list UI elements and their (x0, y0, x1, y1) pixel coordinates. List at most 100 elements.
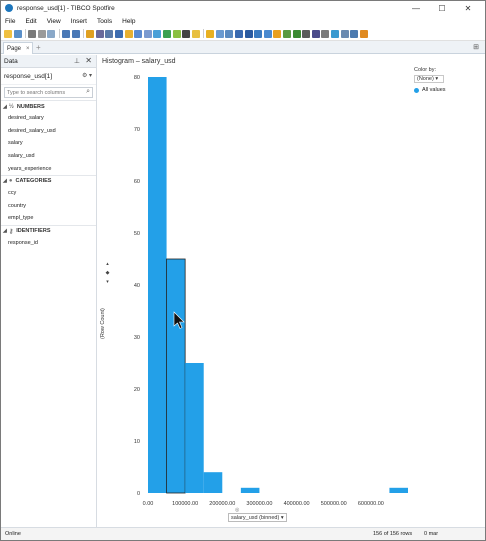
combination-chart-icon[interactable] (244, 29, 253, 38)
histogram-bar[interactable] (185, 363, 204, 493)
graphical-table-icon[interactable] (172, 29, 181, 38)
tab-close-icon[interactable]: × (26, 46, 30, 52)
x-tick-label: 0.00 (143, 501, 154, 507)
spotfire-logo-icon (5, 4, 13, 12)
collapse-triangle-icon[interactable]: ◢ (3, 228, 7, 234)
histogram-bar[interactable] (240, 487, 260, 493)
column-item[interactable]: empl_type (1, 212, 96, 225)
filter-icon[interactable] (95, 29, 104, 38)
kpi-icon[interactable] (182, 29, 191, 38)
histogram-bar[interactable] (389, 487, 408, 493)
column-item[interactable]: desired_salary_usd (1, 125, 96, 138)
key-icon: ⚷ (8, 228, 14, 235)
histogram-bar[interactable] (148, 77, 167, 493)
layout-icon[interactable] (143, 29, 152, 38)
menu-insert[interactable]: Insert (71, 18, 87, 25)
visualization-area: Histogram – salary_usd Color by: (None) … (98, 55, 485, 527)
group-categories[interactable]: ◢ ● CATEGORIES (1, 174, 96, 187)
close-panel-icon[interactable]: ✕ (85, 56, 92, 65)
bookmark-icon[interactable] (134, 29, 143, 38)
y-tick-label: 50 (134, 231, 140, 237)
bar-chart-icon[interactable] (235, 29, 244, 38)
map-chart-icon[interactable] (292, 29, 301, 38)
line-chart-icon[interactable] (254, 29, 263, 38)
group-identifiers[interactable]: ◢ ⚷ IDENTIFIERS (1, 224, 96, 237)
back-icon[interactable] (86, 29, 95, 38)
search-icon[interactable]: ⌕ (86, 88, 90, 96)
menu-help[interactable]: Help (122, 18, 135, 25)
undo-icon[interactable] (61, 29, 70, 38)
pin-icon[interactable]: ⊥ (74, 57, 80, 65)
print-icon[interactable] (28, 29, 37, 38)
column-search-input[interactable] (7, 89, 87, 96)
menu-bar: File Edit View Insert Tools Help (1, 15, 485, 27)
column-item[interactable]: desired_salary (1, 112, 96, 125)
tag-icon[interactable] (124, 29, 133, 38)
column-item[interactable]: ccy (1, 187, 96, 200)
categories-icon: ● (8, 178, 13, 185)
3d-scatter-icon[interactable] (283, 29, 292, 38)
histogram-bar[interactable] (203, 472, 223, 493)
data-table-selector[interactable]: response_usd[1] ⚙ ▾ (1, 68, 96, 85)
group-label: NUMBERS (16, 103, 45, 110)
y-tick-label: 40 (134, 283, 140, 289)
maximize-button[interactable]: ☐ (431, 1, 453, 15)
x-axis-selector[interactable]: salary_usd (binned) ▾ (228, 513, 287, 522)
treemap-icon[interactable] (302, 29, 311, 38)
open-icon[interactable] (4, 29, 12, 38)
table-visualization-icon[interactable] (114, 29, 123, 38)
toolbar (1, 27, 485, 41)
copy-icon[interactable] (37, 29, 46, 38)
x-tick-label: 300000.00 (246, 501, 272, 507)
column-item[interactable]: response_id (1, 237, 96, 250)
box-plot-icon[interactable] (340, 29, 349, 38)
data-panel: Data ⊥ ✕ response_usd[1] ⚙ ▾ ⌕ ◢ ½ NUMBE… (1, 55, 97, 527)
parallel-coordinate-icon[interactable] (321, 29, 330, 38)
waterfall-icon[interactable] (350, 29, 359, 38)
redo-icon[interactable] (71, 29, 80, 38)
column-item[interactable]: years_experience (1, 162, 96, 175)
y-tick-label: 60 (134, 179, 140, 185)
minimize-button[interactable]: — (405, 1, 427, 15)
scatter-plot-icon[interactable] (263, 29, 272, 38)
menu-file[interactable]: File (5, 18, 15, 25)
add-page-button[interactable]: + (36, 43, 41, 52)
lightbulb-icon[interactable] (206, 29, 215, 38)
toolbar-divider (25, 29, 27, 38)
histogram-bar[interactable] (166, 258, 186, 494)
heat-map-icon[interactable] (311, 29, 320, 38)
y-tick-label: 80 (134, 75, 140, 81)
title-bar: response_usd[1] - TIBCO Spotfire — ☐ ✕ (1, 1, 485, 15)
close-window-button[interactable]: ✕ (457, 1, 479, 15)
x-tick-label: 200000.00 (209, 501, 235, 507)
column-item[interactable]: salary_usd (1, 150, 96, 163)
column-item[interactable]: country (1, 200, 96, 213)
pie-chart-icon[interactable] (273, 29, 282, 38)
more-visualizations-icon[interactable] (359, 29, 368, 38)
cross-table-icon[interactable] (162, 29, 171, 38)
details-icon[interactable] (105, 29, 114, 38)
map-pin-icon[interactable] (191, 29, 200, 38)
y-tick-label: 0 (137, 491, 140, 497)
group-numbers[interactable]: ◢ ½ NUMBERS (1, 100, 96, 112)
text-area-icon[interactable] (153, 29, 162, 38)
gear-icon[interactable]: ⚙ ▾ (82, 72, 92, 79)
paste-icon[interactable] (47, 29, 56, 38)
summary-table-icon[interactable] (331, 29, 339, 38)
table-icon[interactable] (215, 29, 224, 38)
menu-edit[interactable]: Edit (25, 18, 36, 25)
page-tab-bar: Page × + ⊞ (1, 41, 485, 54)
menu-tools[interactable]: Tools (97, 18, 112, 25)
page-layout-icon[interactable]: ⊞ (473, 43, 479, 51)
y-tick-label: 20 (134, 387, 140, 393)
histogram-chart[interactable]: 0 10 20 30 40 50 60 70 80 0.00 100000.00 200000.00 3… (98, 55, 485, 527)
menu-view[interactable]: View (47, 18, 61, 25)
tab-page[interactable]: Page × (3, 42, 33, 54)
collapse-triangle-icon[interactable]: ◢ (3, 178, 7, 184)
save-icon[interactable] (13, 29, 22, 38)
row-count: 156 of 156 rows (373, 531, 413, 537)
toolbar-divider (83, 29, 85, 38)
collapse-triangle-icon[interactable]: ◢ (3, 104, 7, 110)
crosstab-icon[interactable] (225, 29, 234, 38)
column-item[interactable]: salary (1, 137, 96, 150)
